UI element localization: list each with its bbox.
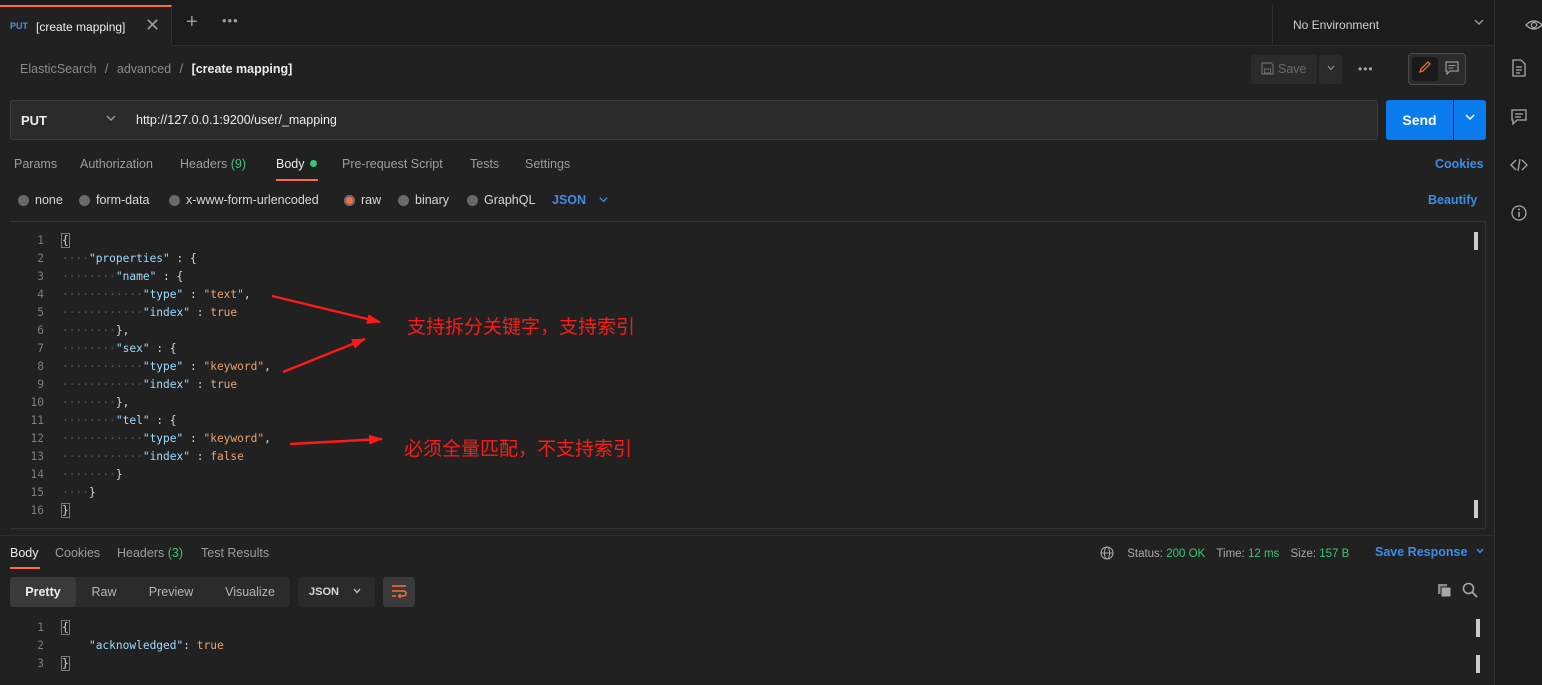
response-format-select[interactable]: JSON xyxy=(298,577,375,607)
save-response-label: Save Response xyxy=(1375,545,1468,559)
line-number: 1 xyxy=(37,621,44,634)
code-line: 1{ xyxy=(10,619,1470,637)
code-text: } xyxy=(61,656,70,671)
line-number: 2 xyxy=(37,639,44,652)
response-view-tabs: Pretty Raw Preview Visualize xyxy=(10,577,290,607)
view-visualize[interactable]: Visualize xyxy=(210,577,290,607)
size-label: Size: xyxy=(1290,548,1317,560)
annotation-note: 必须全量匹配，不支持索引 xyxy=(404,438,633,460)
arrow-to-first-note xyxy=(271,294,381,324)
status-label: Status: xyxy=(1127,548,1164,560)
scrollbar-thumb[interactable] xyxy=(1476,655,1480,673)
resp-tab-test-results[interactable]: Test Results xyxy=(201,546,269,560)
save-response-button[interactable]: Save Response xyxy=(1375,545,1485,559)
view-pretty[interactable]: Pretty xyxy=(10,577,76,607)
globe-icon[interactable] xyxy=(1100,546,1114,560)
code-text: { xyxy=(61,620,70,635)
status-value[interactable]: 200 OK xyxy=(1166,548,1205,560)
code-line: 3} xyxy=(10,655,1470,673)
wrap-lines-icon xyxy=(392,585,407,599)
response-status-bar: Status: 200 OK Time: 12 ms Size: 157 B xyxy=(1100,546,1349,560)
code-text: "acknowledged": true xyxy=(88,639,224,652)
resp-headers-count: (3) xyxy=(167,546,184,560)
scrollbar-thumb[interactable] xyxy=(1476,619,1480,637)
annotation-note: 支持拆分关键字，支持索引 xyxy=(407,316,636,338)
view-raw[interactable]: Raw xyxy=(76,577,132,607)
resp-tab-cookies[interactable]: Cookies xyxy=(55,546,100,560)
response-divider[interactable] xyxy=(0,535,1494,536)
chevron-down-icon xyxy=(1476,548,1484,554)
time-label: Time: xyxy=(1216,548,1245,560)
copy-icon[interactable] xyxy=(1437,583,1452,598)
resp-tab-headers-label: Headers xyxy=(117,546,165,560)
json-key: "acknowledged" xyxy=(88,639,184,652)
arrow-to-second-note xyxy=(289,434,383,446)
search-icon[interactable] xyxy=(1462,582,1478,598)
active-tab-indicator xyxy=(10,567,40,569)
time-value[interactable]: 12 ms xyxy=(1248,548,1279,560)
resp-tab-headers[interactable]: Headers (3) xyxy=(117,546,183,560)
size-value[interactable]: 157 B xyxy=(1319,548,1349,560)
response-body-viewer[interactable]: 1{ 2 "acknowledged": true 3} xyxy=(10,619,1470,679)
resp-tab-body[interactable]: Body xyxy=(10,546,39,560)
json-boolean: true xyxy=(196,639,224,652)
arrow-to-first-note xyxy=(282,337,366,374)
chevron-down-icon xyxy=(353,588,361,594)
wrap-lines-button[interactable] xyxy=(383,577,415,607)
line-number: 3 xyxy=(37,657,44,670)
code-line: 2 "acknowledged": true xyxy=(10,637,1470,655)
view-preview[interactable]: Preview xyxy=(132,577,210,607)
response-format-value: JSON xyxy=(309,586,339,598)
